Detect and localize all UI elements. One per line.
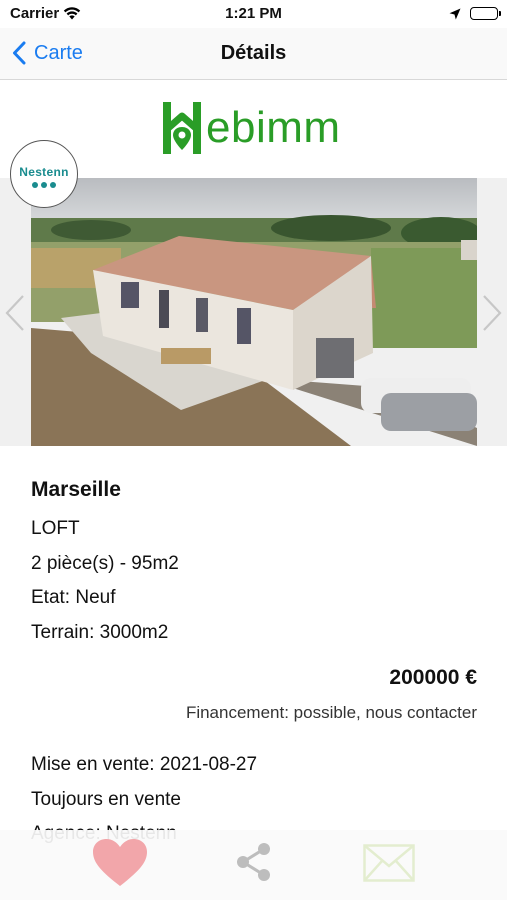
chevron-right-icon	[483, 295, 502, 331]
listing-financing: Financement: possible, nous contacter	[185, 703, 477, 722]
heart-icon	[93, 839, 147, 886]
listing-date: Mise en vente: 2021-08-27	[31, 754, 258, 775]
listing-state: Etat: Neuf	[31, 587, 116, 608]
status-time: 1:21 PM	[225, 5, 282, 22]
listing-land: Terrain: 3000m2	[31, 621, 169, 643]
battery-icon	[470, 7, 501, 20]
next-photo-button[interactable]	[480, 294, 504, 337]
listing-type: LOFT	[31, 518, 80, 539]
chevron-left-icon	[5, 295, 24, 331]
listing-city: Marseille	[31, 478, 121, 501]
house-pin-logo-icon	[163, 102, 201, 154]
contact-mail-button[interactable]	[363, 844, 415, 887]
brand-logo-text: ebimm	[206, 103, 341, 152]
brand-logo: ebimm	[160, 98, 350, 158]
listing-details: Marseille LOFT 2 pièce(s) - 95m2 Etat: N…	[31, 468, 477, 852]
photo-gallery[interactable]	[0, 178, 507, 446]
property-photo	[31, 178, 477, 446]
status-bar: Carrier 1:21 PM	[0, 0, 507, 28]
share-button[interactable]	[234, 842, 274, 887]
listing-availability: Toujours en vente	[31, 788, 181, 810]
page-title: Détails	[220, 42, 287, 64]
favorite-button[interactable]	[92, 838, 148, 893]
share-icon	[237, 843, 270, 881]
mail-icon	[363, 844, 415, 882]
action-toolbar	[0, 830, 507, 900]
agency-badge-name: Nestenn	[19, 165, 69, 179]
navigation-bar: Carte Détails	[0, 28, 507, 80]
listing-rooms-area: 2 pièce(s) - 95m2	[31, 552, 179, 574]
agency-dots-icon	[11, 182, 77, 188]
location-arrow-icon	[449, 7, 461, 25]
agency-badge: Nestenn	[10, 140, 78, 208]
listing-price: 200000 €	[389, 666, 477, 689]
previous-photo-button[interactable]	[3, 294, 27, 337]
